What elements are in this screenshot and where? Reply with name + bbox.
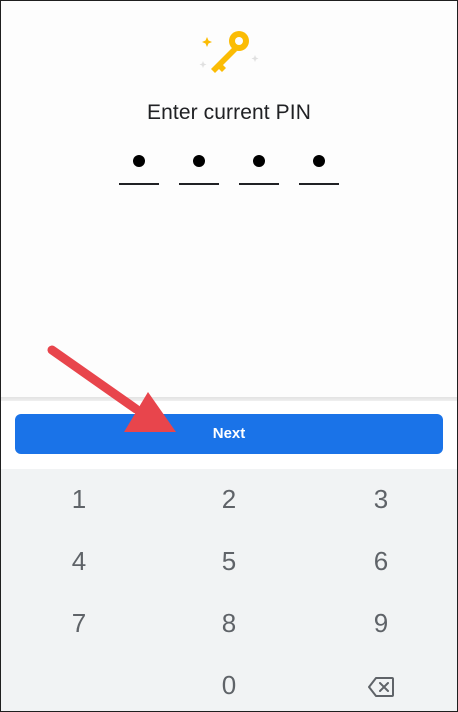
pin-dot bbox=[313, 155, 325, 167]
pin-digit-slot bbox=[239, 149, 279, 185]
pin-dot bbox=[193, 155, 205, 167]
page-title: Enter current PIN bbox=[147, 101, 311, 124]
keypad-key-3[interactable]: 3 bbox=[321, 473, 441, 525]
next-button[interactable]: Next bbox=[15, 414, 443, 454]
backspace-icon bbox=[368, 677, 394, 698]
keypad-key-2[interactable]: 2 bbox=[169, 473, 289, 525]
keypad-key-0[interactable]: 0 bbox=[169, 659, 289, 711]
number-keypad: 1 2 3 4 5 6 7 8 9 0 bbox=[1, 469, 457, 711]
key-icon bbox=[199, 31, 259, 73]
backspace-button[interactable] bbox=[321, 659, 441, 711]
pin-digit-slot bbox=[119, 149, 159, 185]
pin-entry[interactable] bbox=[119, 149, 341, 185]
keypad-key-9[interactable]: 9 bbox=[321, 597, 441, 649]
pin-dot bbox=[253, 155, 265, 167]
pin-dot bbox=[133, 155, 145, 167]
pin-digit-slot bbox=[299, 149, 339, 185]
pin-screen: Enter current PIN Next 1 2 3 4 5 6 7 8 9… bbox=[0, 0, 458, 712]
keypad-key-6[interactable]: 6 bbox=[321, 535, 441, 587]
keypad-key-1[interactable]: 1 bbox=[19, 473, 139, 525]
pin-digit-slot bbox=[179, 149, 219, 185]
keypad-key-4[interactable]: 4 bbox=[19, 535, 139, 587]
keypad-key-7[interactable]: 7 bbox=[19, 597, 139, 649]
keypad-key-8[interactable]: 8 bbox=[169, 597, 289, 649]
keypad-key-5[interactable]: 5 bbox=[169, 535, 289, 587]
